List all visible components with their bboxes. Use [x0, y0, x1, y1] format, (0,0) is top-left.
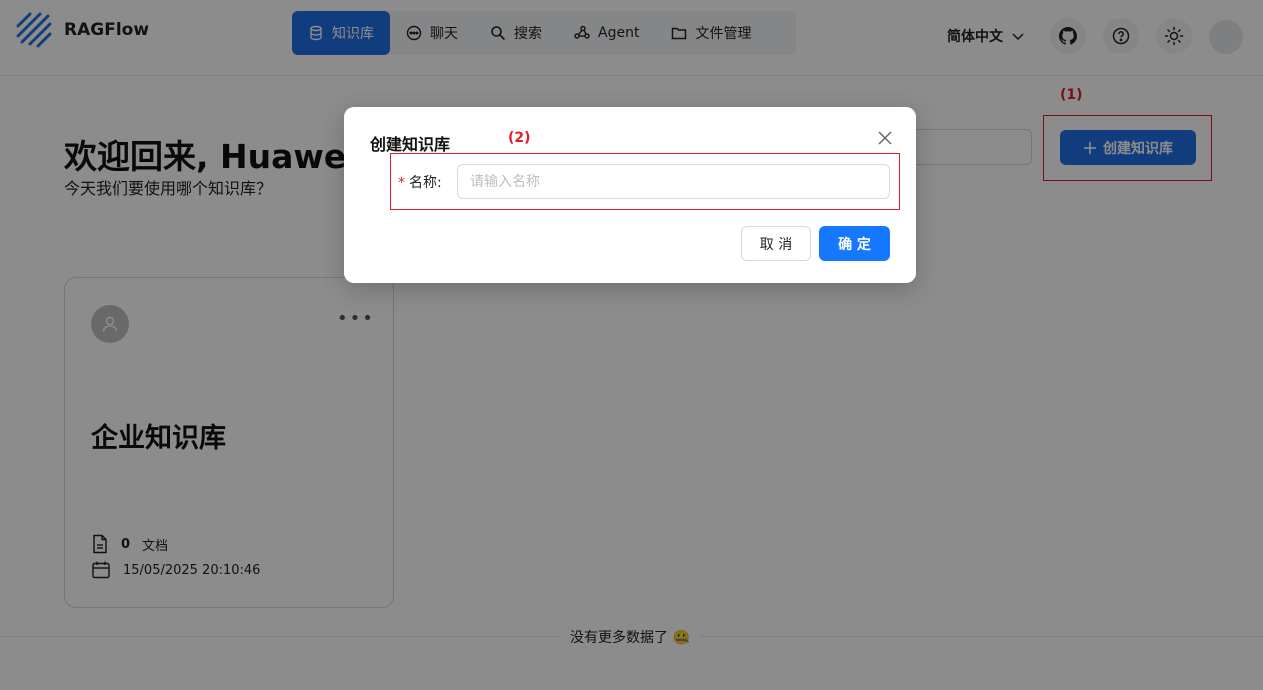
name-field-label: * 名称:: [398, 172, 442, 192]
close-button[interactable]: [874, 127, 896, 149]
name-field-label-text: 名称:: [409, 175, 442, 191]
cancel-button[interactable]: 取 消: [741, 226, 811, 261]
annotation-label-2: (2): [508, 130, 531, 146]
name-input[interactable]: [457, 164, 890, 199]
close-icon: [878, 131, 892, 145]
modal-overlay[interactable]: [0, 0, 1263, 690]
confirm-button[interactable]: 确 定: [819, 226, 890, 261]
dialog-title: 创建知识库: [370, 135, 451, 154]
required-marker: *: [398, 175, 405, 191]
create-knowledge-base-dialog: 创建知识库 (2) *名称: 取 消 确 定: [344, 107, 916, 283]
